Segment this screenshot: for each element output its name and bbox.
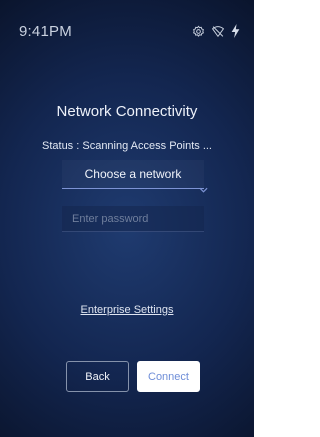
scan-status: Status : Scanning Access Points ... xyxy=(0,140,254,152)
status-icons xyxy=(192,24,240,38)
charging-bolt-icon xyxy=(231,24,240,38)
status-bar: 9:41PM xyxy=(0,0,254,54)
status-value: Scanning Access Points ... xyxy=(82,140,212,152)
network-select[interactable]: Choose a network xyxy=(62,160,208,193)
clock: 9:41PM xyxy=(19,23,72,40)
enterprise-settings-link[interactable]: Enterprise Settings xyxy=(0,304,254,316)
settings-gear-icon[interactable] xyxy=(192,25,205,38)
page-title: Network Connectivity xyxy=(56,103,198,120)
network-select-value: Choose a network xyxy=(84,167,182,181)
back-button[interactable]: Back xyxy=(66,361,129,392)
chevron-down-icon xyxy=(199,187,208,193)
connect-button[interactable]: Connect xyxy=(137,361,200,392)
wifi-off-icon xyxy=(211,25,225,38)
password-input[interactable] xyxy=(62,206,204,232)
network-connectivity-screen: 9:41PM Network Connectivity Status: Sca… xyxy=(0,0,254,437)
status-label: Status : xyxy=(42,140,80,152)
